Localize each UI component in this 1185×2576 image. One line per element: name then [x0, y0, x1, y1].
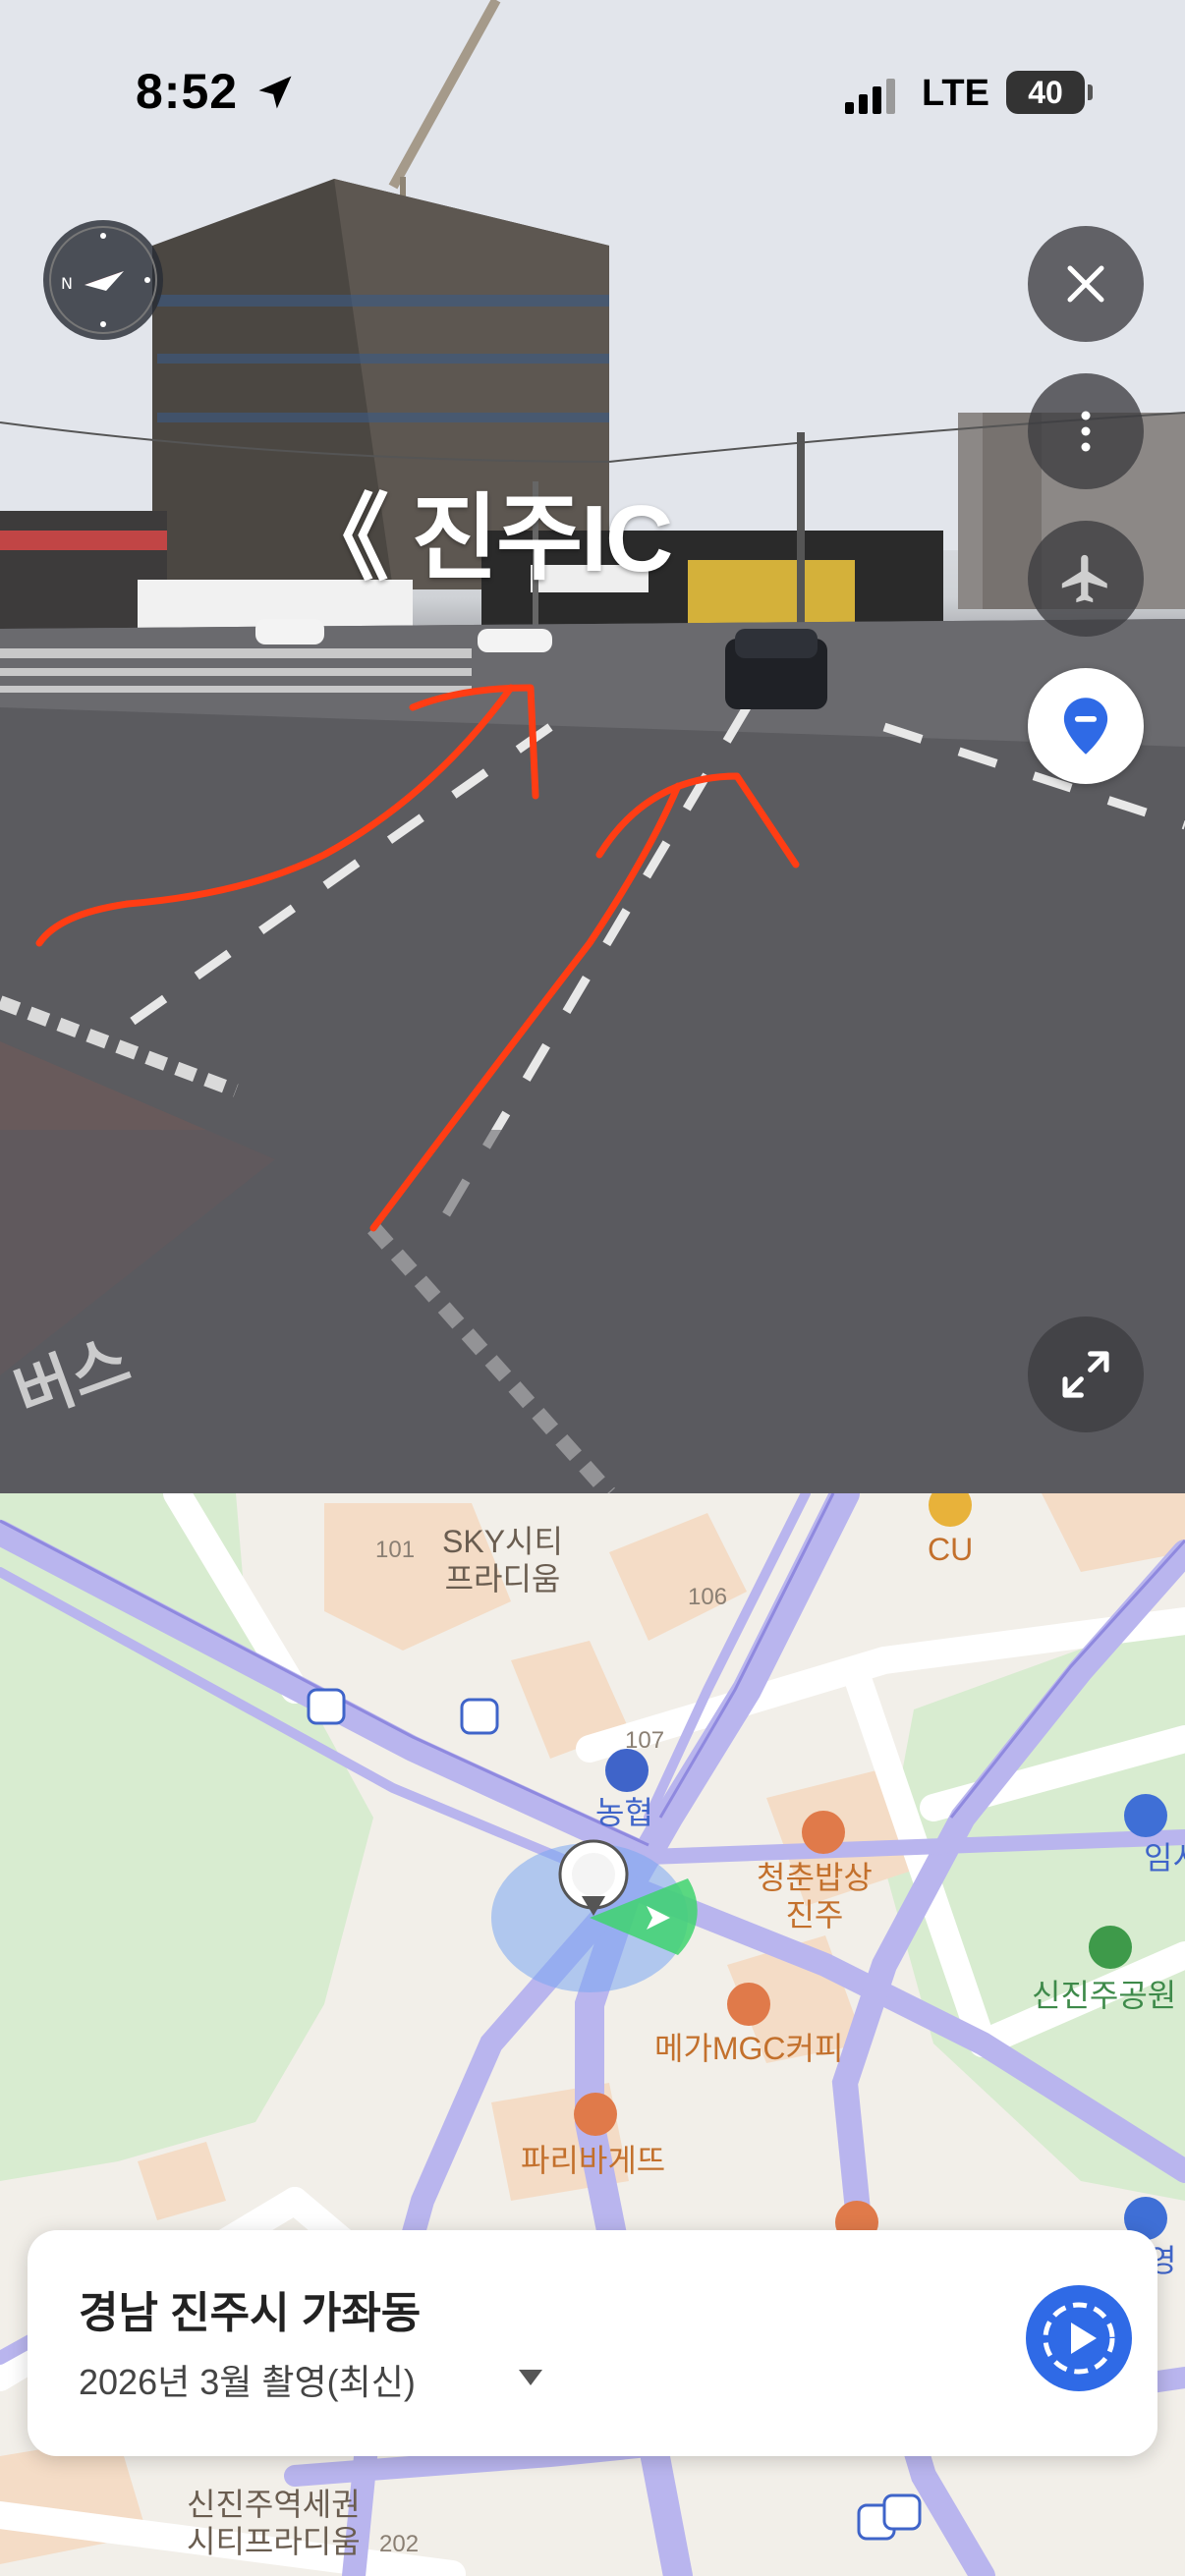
network-type: LTE	[922, 73, 989, 114]
compass-icon: N	[49, 226, 157, 334]
poi-mega-mgc-coffee[interactable]: 메가MGC커피	[654, 2030, 843, 2067]
play-timelapse-button[interactable]	[1026, 2285, 1132, 2391]
close-button[interactable]	[1028, 226, 1144, 342]
poi-sky-city-pradium[interactable]: SKY시티 프라디움	[442, 1523, 563, 1597]
poi-nonghyup[interactable]: 농협	[595, 1794, 653, 1831]
poi-temporary-parking[interactable]: 임시	[1144, 1839, 1185, 1876]
cellular-signal-icon	[845, 79, 895, 114]
street-view-panorama[interactable]: 버스 《 진주IC 8:52 LTE 40 N	[0, 0, 1185, 1493]
poi-sinjinju-park[interactable]: 신진주공원	[1032, 1977, 1176, 2014]
more-options-button[interactable]	[1028, 373, 1144, 489]
airplane-icon	[1061, 554, 1107, 603]
aerial-view-button[interactable]	[1028, 521, 1144, 637]
street-view-image: 버스	[0, 0, 1185, 1493]
location-title: 경남 진주시 가좌동	[79, 2289, 422, 2337]
close-icon	[1067, 265, 1104, 303]
location-info-card[interactable]: 경남 진주시 가좌동 2026년 3월 촬영(최신)	[28, 2230, 1157, 2456]
road-sign-text: 《 진주IC	[295, 486, 673, 591]
my-location-pin-button[interactable]	[1028, 668, 1144, 784]
location-arrow-icon	[258, 76, 292, 109]
compass-button[interactable]: N	[43, 220, 163, 340]
building-number: 202	[379, 2531, 420, 2557]
building-number: 107	[625, 1727, 665, 1754]
building-number: 101	[375, 1537, 416, 1563]
chevron-down-icon[interactable]	[517, 2368, 544, 2387]
capture-date-selector[interactable]: 2026년 3월 촬영(최신)	[79, 2354, 416, 2405]
battery-icon: 40	[1006, 71, 1093, 114]
poi-cheongchun-bapsang[interactable]: 청춘밥상 진주	[757, 1859, 873, 1933]
poi-cu[interactable]: CU	[928, 1531, 973, 1568]
poi-sinjinju-station-city-pradium[interactable]: 신진주역세권 시티프라디움	[187, 2486, 361, 2560]
building-number: 106	[688, 1584, 728, 1610]
status-time: 8:52	[136, 64, 239, 119]
location-pin-icon	[1063, 698, 1108, 755]
status-bar: 8:52 LTE 40	[0, 0, 1185, 128]
poi-paris-baguette[interactable]: 파리바게뜨	[521, 2142, 665, 2179]
play-circle-icon	[1043, 2302, 1115, 2375]
more-vertical-icon	[1081, 411, 1091, 452]
expand-button[interactable]	[1028, 1316, 1144, 1432]
expand-icon	[1062, 1351, 1109, 1398]
svg-text:N: N	[61, 274, 73, 293]
